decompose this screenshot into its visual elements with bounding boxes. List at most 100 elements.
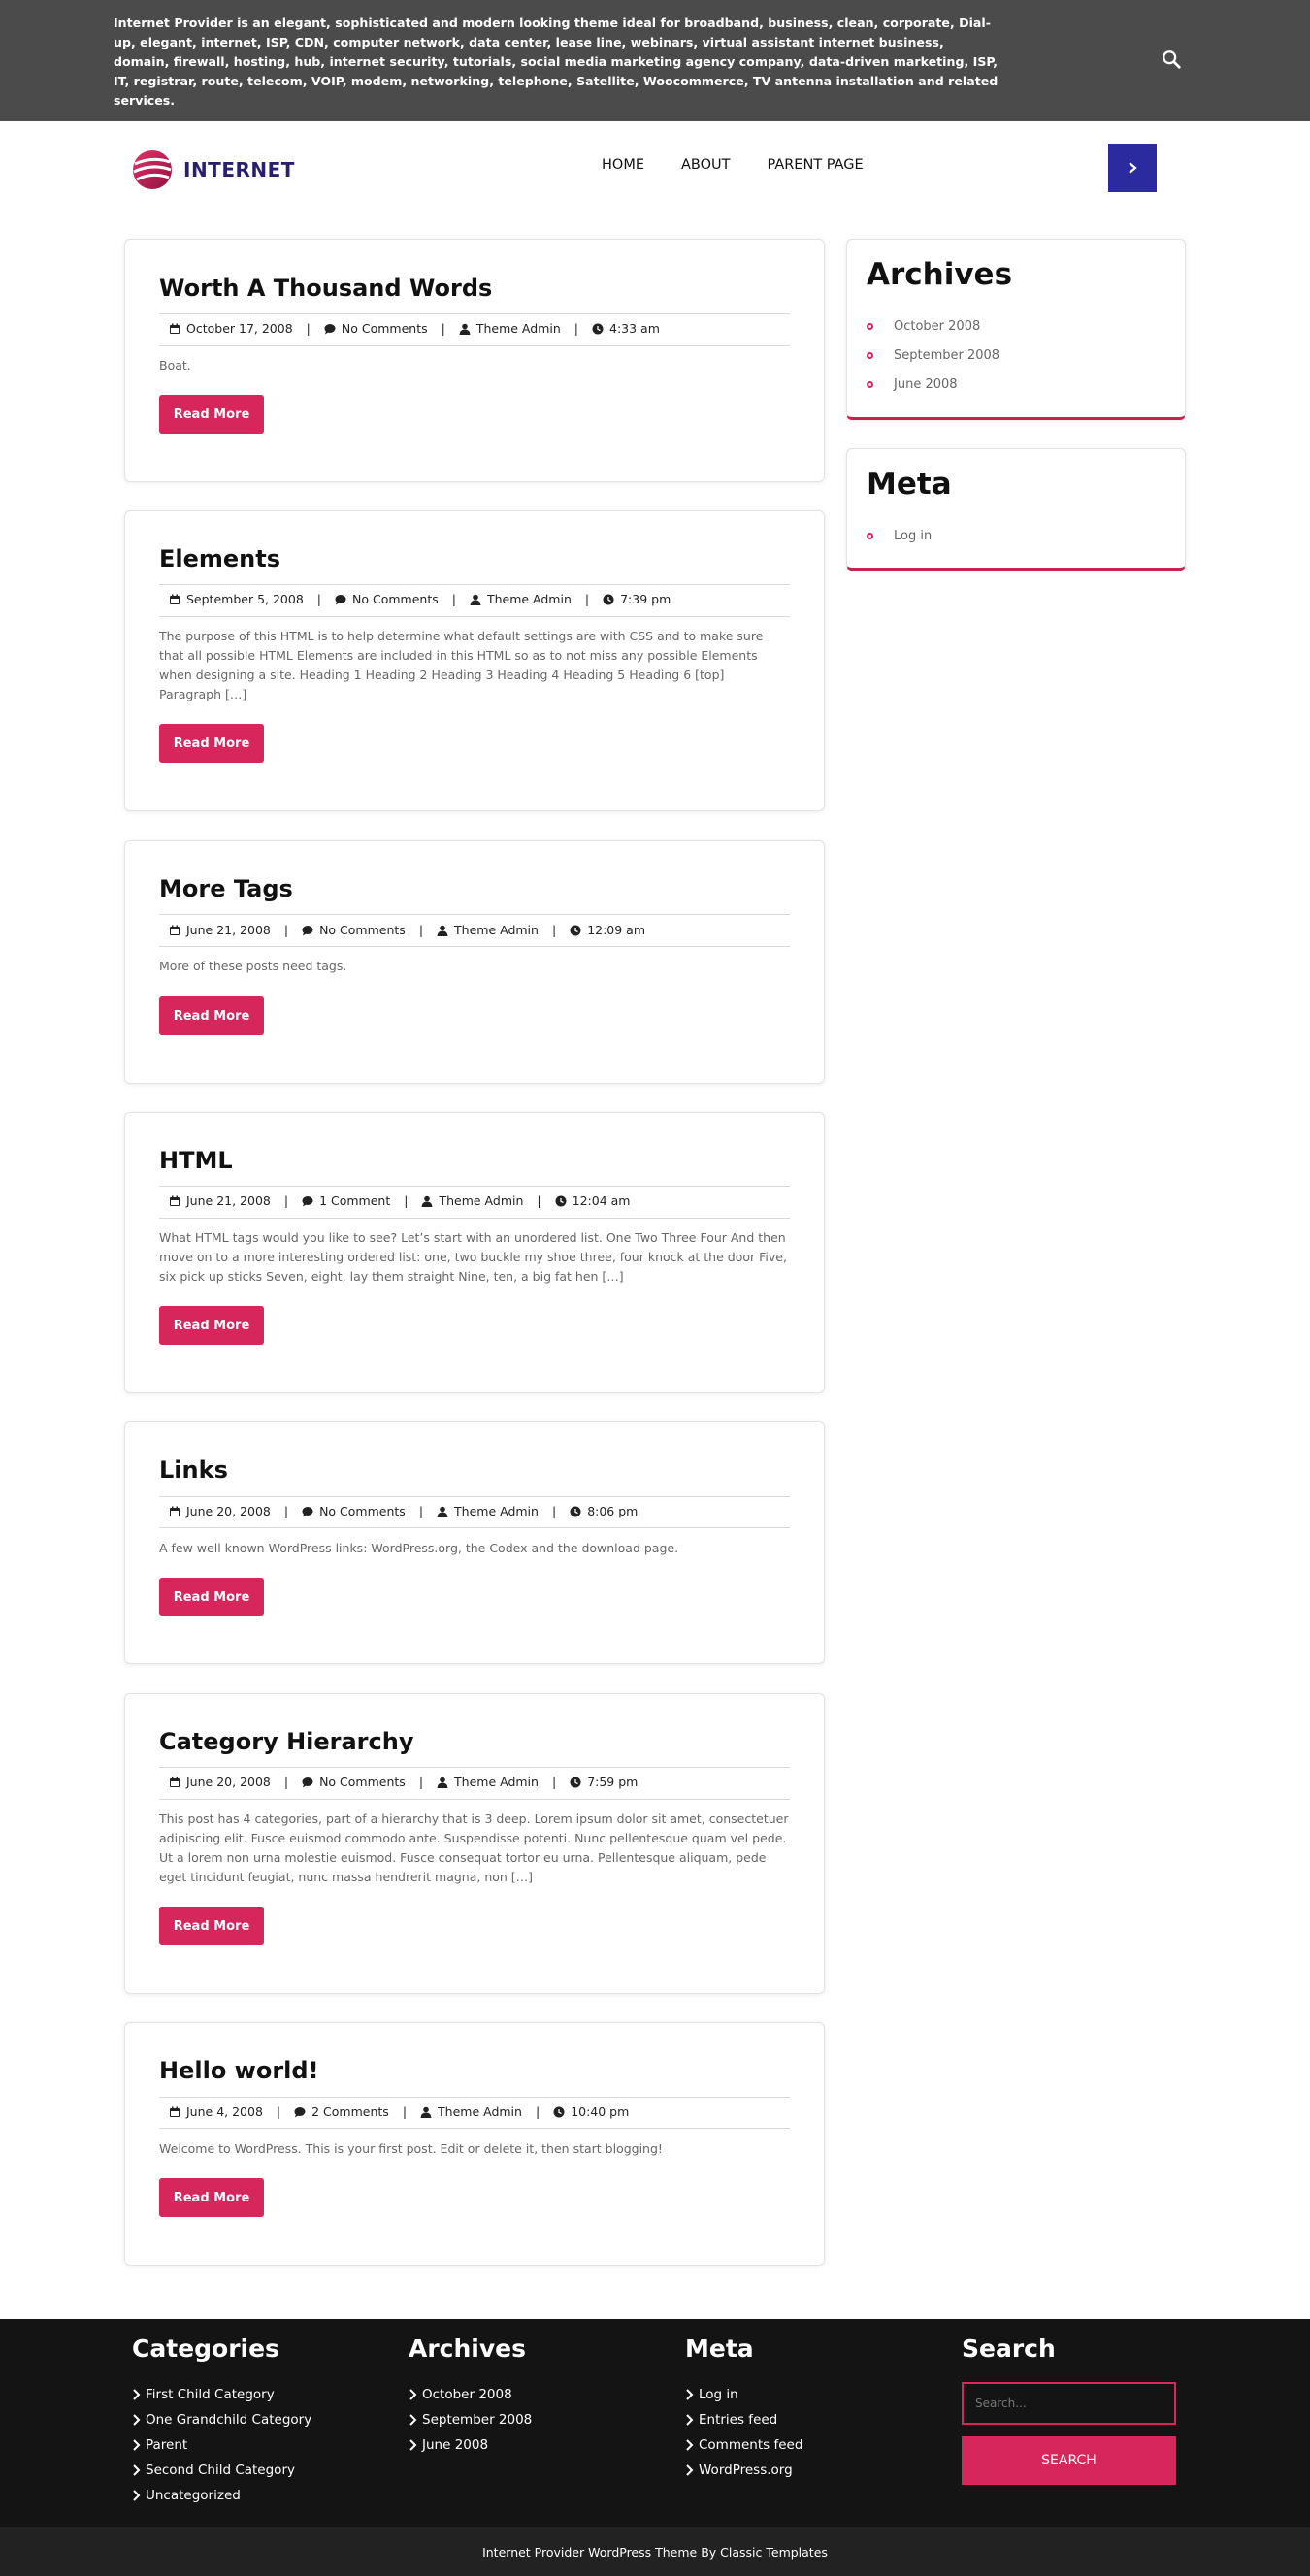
calendar-icon	[170, 925, 180, 935]
copyright-text[interactable]: Internet Provider WordPress Theme By Cla…	[482, 2545, 828, 2560]
footer-archive-link[interactable]: October 2008	[409, 2382, 532, 2407]
meta-separator: |	[283, 1193, 289, 1208]
footer-categories-list: First Child Category One Grandchild Cate…	[132, 2382, 311, 2508]
footer-category-link[interactable]: One Grandchild Category	[132, 2407, 311, 2432]
post-card: Category Hierarchy June 20, 2008 | No Comme…	[124, 1693, 825, 1994]
post-comments[interactable]: No Comments	[302, 923, 406, 937]
read-more-button[interactable]: Read More	[159, 2178, 264, 2217]
meta-separator: |	[535, 2104, 540, 2119]
post-title[interactable]: Category Hierarchy	[159, 1728, 413, 1755]
chevron-right-icon	[1129, 162, 1137, 174]
nav-home[interactable]: HOME	[602, 157, 644, 173]
post-meta: June 21, 2008 | No Comments | Theme Admin | 12…	[169, 923, 645, 937]
post-comments[interactable]: No Comments	[335, 592, 439, 606]
archive-link[interactable]: June 2008	[867, 370, 999, 399]
post-comments[interactable]: No Comments	[302, 1775, 406, 1789]
nav-about[interactable]: ABOUT	[681, 157, 731, 173]
footer-meta-title: Meta	[685, 2334, 754, 2363]
read-more-button[interactable]: Read More	[159, 395, 264, 434]
chevron-right-icon	[686, 2464, 694, 2476]
post-date[interactable]: June 21, 2008	[169, 1193, 271, 1208]
divider	[159, 1186, 790, 1187]
footer-category-link[interactable]: Parent	[132, 2432, 311, 2458]
footer-category-link[interactable]: Second Child Category	[132, 2458, 311, 2483]
post-meta: September 5, 2008 | No Comments | Theme Admi…	[169, 592, 671, 606]
archives-list: October 2008 September 2008 June 2008	[867, 311, 999, 399]
post-title[interactable]: HTML	[159, 1147, 233, 1174]
footer-archive-link[interactable]: September 2008	[409, 2407, 532, 2432]
meta-link-log-in[interactable]: Log in	[867, 521, 932, 550]
post-title[interactable]: Worth A Thousand Words	[159, 275, 492, 302]
copyright-bar: Internet Provider WordPress Theme By Cla…	[0, 2527, 1310, 2576]
footer-category-link[interactable]: First Child Category	[132, 2382, 311, 2407]
read-more-button[interactable]: Read More	[159, 1306, 264, 1345]
post-excerpt: More of these posts need tags.	[159, 959, 347, 973]
post-author[interactable]: Theme Admin	[437, 1504, 539, 1518]
archive-link[interactable]: September 2008	[867, 341, 999, 370]
post-excerpt: Boat.	[159, 358, 191, 373]
comment-icon	[302, 1506, 313, 1516]
main-nav: HOME ABOUT PARENT PAGE	[602, 157, 901, 173]
footer-meta-link[interactable]: WordPress.org	[685, 2458, 802, 2483]
post-comments[interactable]: No Comments	[302, 1504, 406, 1518]
post-date[interactable]: June 4, 2008	[169, 2104, 263, 2119]
read-more-button[interactable]: Read More	[159, 996, 264, 1035]
post-card: Hello world! June 4, 2008 | 2 Comments | Them…	[124, 2022, 825, 2266]
post-title[interactable]: Elements	[159, 545, 280, 572]
post-title[interactable]: Links	[159, 1456, 228, 1484]
chevron-right-icon	[686, 2414, 694, 2426]
post-meta: June 20, 2008 | No Comments | Theme Admin | 8:…	[169, 1504, 638, 1518]
footer-meta-link[interactable]: Comments feed	[685, 2432, 802, 2458]
post-comments[interactable]: 1 Comment	[302, 1193, 390, 1208]
post-author[interactable]: Theme Admin	[459, 321, 561, 336]
post-author[interactable]: Theme Admin	[437, 923, 539, 937]
post-date[interactable]: June 21, 2008	[169, 923, 271, 937]
post-time: 12:04 am	[555, 1193, 630, 1208]
post-date[interactable]: October 17, 2008	[169, 321, 293, 336]
post-card: HTML June 21, 2008 | 1 Comment | Theme Admin |…	[124, 1112, 825, 1393]
read-more-button[interactable]: Read More	[159, 1907, 264, 1945]
site-logo[interactable]: INTERNET	[131, 147, 325, 193]
menu-toggle-button[interactable]	[1108, 144, 1157, 192]
user-icon	[437, 925, 448, 936]
post-date[interactable]: September 5, 2008	[169, 592, 304, 606]
clock-icon	[570, 1777, 581, 1787]
post-comments[interactable]: No Comments	[324, 321, 428, 336]
post-author[interactable]: Theme Admin	[470, 592, 572, 606]
footer-category-link[interactable]: Uncategorized	[132, 2483, 311, 2508]
post-author[interactable]: Theme Admin	[420, 2104, 522, 2119]
post-comments[interactable]: 2 Comments	[294, 2104, 389, 2119]
meta-separator: |	[441, 321, 445, 336]
post-author[interactable]: Theme Admin	[437, 1775, 539, 1789]
post-title[interactable]: Hello world!	[159, 2057, 319, 2084]
divider	[159, 1527, 790, 1528]
footer-meta-link[interactable]: Log in	[685, 2382, 802, 2407]
footer-search-title: Search	[962, 2334, 1056, 2363]
post-title[interactable]: More Tags	[159, 875, 293, 902]
bullet-icon	[867, 322, 873, 330]
read-more-button[interactable]: Read More	[159, 1578, 264, 1616]
post-excerpt: What HTML tags would you like to see? Le…	[159, 1230, 787, 1284]
post-date[interactable]: June 20, 2008	[169, 1775, 271, 1789]
footer-archives-list: October 2008 September 2008 June 2008	[409, 2382, 532, 2458]
search-icon[interactable]	[1161, 49, 1184, 72]
chevron-right-icon	[409, 2414, 417, 2426]
footer-search-button[interactable]: SEARCH	[962, 2436, 1176, 2485]
footer-search-input[interactable]	[962, 2382, 1176, 2425]
post-author[interactable]: Theme Admin	[421, 1193, 523, 1208]
archive-link[interactable]: October 2008	[867, 311, 999, 341]
nav-parent-page[interactable]: PARENT PAGE	[768, 157, 864, 173]
comment-icon	[302, 1195, 313, 1206]
post-excerpt: The purpose of this HTML is to help dete…	[159, 629, 764, 701]
footer-archive-link[interactable]: June 2008	[409, 2432, 532, 2458]
bullet-icon	[867, 532, 873, 539]
meta-separator: |	[573, 321, 578, 336]
post-time: 4:33 am	[592, 321, 660, 336]
post-date[interactable]: June 20, 2008	[169, 1504, 271, 1518]
calendar-icon	[170, 323, 180, 334]
meta-separator: |	[551, 1504, 557, 1518]
footer-meta-link[interactable]: Entries feed	[685, 2407, 802, 2432]
meta-separator: |	[418, 923, 424, 937]
divider	[159, 584, 790, 585]
read-more-button[interactable]: Read More	[159, 724, 264, 763]
